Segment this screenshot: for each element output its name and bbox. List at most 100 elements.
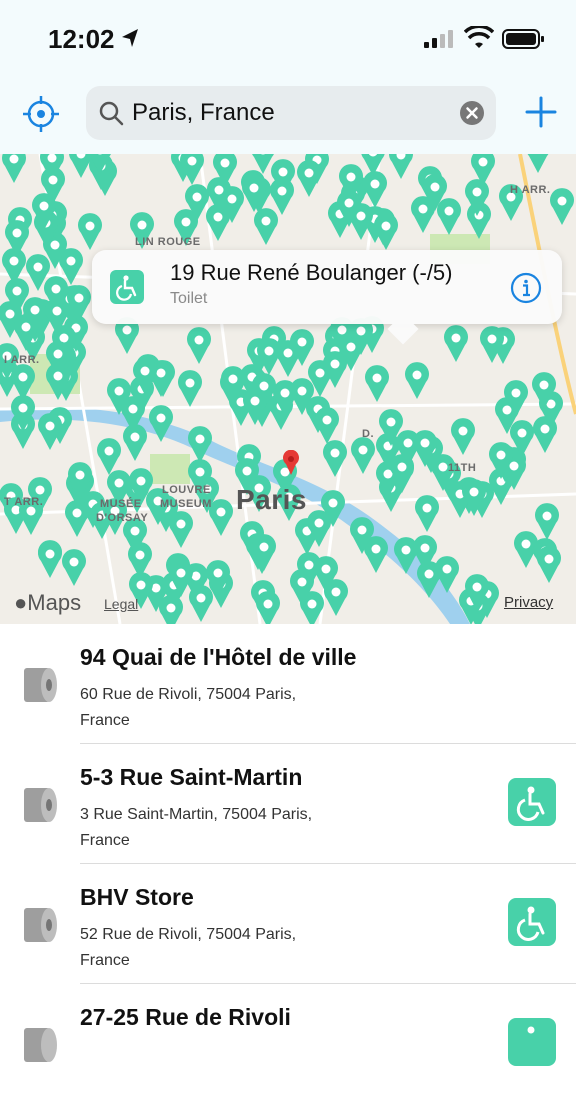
toilet-pin[interactable] bbox=[256, 338, 282, 376]
list-item-address: 60 Rue de Rivoli, 75004 Paris, France bbox=[80, 686, 297, 729]
toilet-pin[interactable] bbox=[45, 363, 71, 401]
toilet-pin[interactable] bbox=[534, 503, 560, 541]
apple-logo-icon: ● bbox=[14, 590, 28, 615]
toilet-pin[interactable] bbox=[503, 380, 529, 418]
toilet-pin[interactable] bbox=[255, 591, 281, 624]
list-item[interactable]: 94 Quai de l'Hôtel de ville 60 Rue de Ri… bbox=[0, 624, 576, 744]
toilet-pin[interactable] bbox=[313, 556, 339, 594]
toilet-pin[interactable] bbox=[389, 454, 415, 492]
toilet-pin[interactable] bbox=[25, 254, 51, 292]
wheelchair-icon bbox=[508, 1018, 556, 1066]
toilet-pin[interactable] bbox=[414, 495, 440, 533]
toilet-pin[interactable] bbox=[422, 174, 448, 212]
location-callout[interactable]: 19 Rue René Boulanger (-/5) Toilet bbox=[92, 250, 562, 345]
toilet-pin[interactable] bbox=[373, 213, 399, 251]
toilet-pin[interactable] bbox=[31, 193, 57, 231]
list-item-title: 5-3 Rue Saint-Martin bbox=[80, 764, 303, 790]
toilet-pin[interactable] bbox=[37, 413, 63, 451]
toilet-pin[interactable] bbox=[68, 154, 94, 179]
status-time: 12:02 bbox=[48, 24, 115, 54]
map-label: LIN ROUGE bbox=[135, 236, 201, 248]
toilet-pin[interactable] bbox=[531, 372, 557, 410]
toilet-pins-layer bbox=[0, 154, 576, 624]
toilet-pin[interactable] bbox=[393, 537, 419, 575]
toilet-pin[interactable] bbox=[348, 203, 374, 241]
toilet-pin[interactable] bbox=[10, 395, 36, 433]
status-bar: 12:02 bbox=[0, 0, 576, 78]
map-label: D'ORSAY bbox=[96, 512, 149, 524]
toilet-pin[interactable] bbox=[532, 416, 558, 454]
battery-icon bbox=[502, 29, 544, 49]
list-item-address: 3 Rue Saint-Martin, 75004 Paris, France bbox=[80, 806, 313, 849]
current-location-button[interactable] bbox=[22, 95, 60, 133]
toilet-pin[interactable] bbox=[67, 462, 93, 500]
map-label-city: Paris bbox=[236, 484, 307, 515]
toilet-pin[interactable] bbox=[404, 362, 430, 400]
toilet-pin[interactable] bbox=[350, 437, 376, 475]
toilet-pin[interactable] bbox=[388, 154, 414, 180]
map-label: MUSÉE bbox=[100, 498, 142, 510]
toilet-pin[interactable] bbox=[461, 479, 487, 517]
toilet-pin[interactable] bbox=[269, 178, 295, 216]
toilet-pin[interactable] bbox=[306, 510, 332, 548]
toilet-pin[interactable] bbox=[450, 418, 476, 456]
clear-search-button[interactable] bbox=[459, 100, 485, 126]
map-view[interactable]: H ARR. LIN ROUGE I ARR. MUSÉE D'ORSAY LO… bbox=[0, 154, 576, 624]
toilet-pin[interactable] bbox=[464, 179, 490, 217]
toilet-pin[interactable] bbox=[322, 440, 348, 478]
toilet-pin[interactable] bbox=[168, 560, 194, 598]
legal-link[interactable]: Legal bbox=[104, 596, 138, 612]
toilet-pin[interactable] bbox=[479, 326, 505, 364]
map-label: T ARR. bbox=[4, 496, 44, 508]
toilet-pin[interactable] bbox=[360, 154, 386, 177]
toilet-pin[interactable] bbox=[186, 327, 212, 365]
wifi-icon bbox=[464, 26, 494, 48]
search-input[interactable] bbox=[132, 95, 442, 131]
search-icon bbox=[99, 101, 124, 126]
toilet-pin[interactable] bbox=[536, 546, 562, 584]
toilet-pin[interactable] bbox=[177, 370, 203, 408]
list-item[interactable]: BHV Store 52 Rue de Rivoli, 75004 Paris,… bbox=[0, 864, 576, 984]
toilet-pin[interactable] bbox=[464, 574, 490, 612]
toilet-pin[interactable] bbox=[549, 188, 575, 226]
search-field[interactable] bbox=[86, 86, 496, 140]
map-label: H ARR. bbox=[510, 184, 551, 196]
selected-location-pin[interactable] bbox=[280, 450, 302, 476]
toilet-pin[interactable] bbox=[349, 517, 375, 555]
apple-maps-logo: ●Maps bbox=[14, 590, 82, 615]
map-label: LOUVRE bbox=[162, 484, 211, 496]
toilet-pin[interactable] bbox=[488, 442, 514, 480]
toilet-pin[interactable] bbox=[364, 365, 390, 403]
toilet-pin[interactable] bbox=[158, 595, 184, 624]
toilet-pin[interactable] bbox=[443, 325, 469, 363]
toilet-pin[interactable] bbox=[37, 541, 63, 579]
cellular-signal-icon bbox=[424, 30, 453, 48]
toilet-pin[interactable] bbox=[168, 511, 194, 549]
toilet-pin[interactable] bbox=[132, 358, 158, 396]
info-button[interactable] bbox=[510, 272, 542, 304]
toilet-pin[interactable] bbox=[251, 534, 277, 572]
toilet-pin[interactable] bbox=[525, 154, 551, 174]
add-button[interactable] bbox=[524, 95, 558, 129]
toilet-pin[interactable] bbox=[208, 499, 234, 537]
toilet-pin[interactable] bbox=[184, 184, 210, 222]
wheelchair-icon bbox=[508, 898, 556, 946]
toilet-pin[interactable] bbox=[250, 154, 276, 175]
toilet-pin[interactable] bbox=[61, 549, 87, 587]
toilet-pin[interactable] bbox=[4, 220, 30, 258]
list-item[interactable]: 5-3 Rue Saint-Martin 3 Rue Saint-Martin,… bbox=[0, 744, 576, 864]
toilet-pin[interactable] bbox=[220, 366, 246, 404]
toilet-pin[interactable] bbox=[296, 160, 322, 198]
toilet-paper-icon bbox=[24, 788, 57, 822]
toilet-paper-icon bbox=[24, 908, 57, 942]
privacy-link[interactable]: Privacy bbox=[504, 594, 553, 611]
toilet-pin[interactable] bbox=[120, 396, 146, 434]
toilet-pin[interactable] bbox=[314, 407, 340, 445]
toilet-pin[interactable] bbox=[77, 213, 103, 251]
toilet-pin[interactable] bbox=[179, 154, 205, 186]
list-item[interactable]: 27-25 Rue de Rivoli bbox=[0, 984, 576, 1104]
toilet-pin[interactable] bbox=[378, 409, 404, 447]
toilet-pin[interactable] bbox=[289, 569, 315, 607]
toilet-pin[interactable] bbox=[66, 285, 92, 323]
toilet-pin[interactable] bbox=[1, 154, 27, 184]
